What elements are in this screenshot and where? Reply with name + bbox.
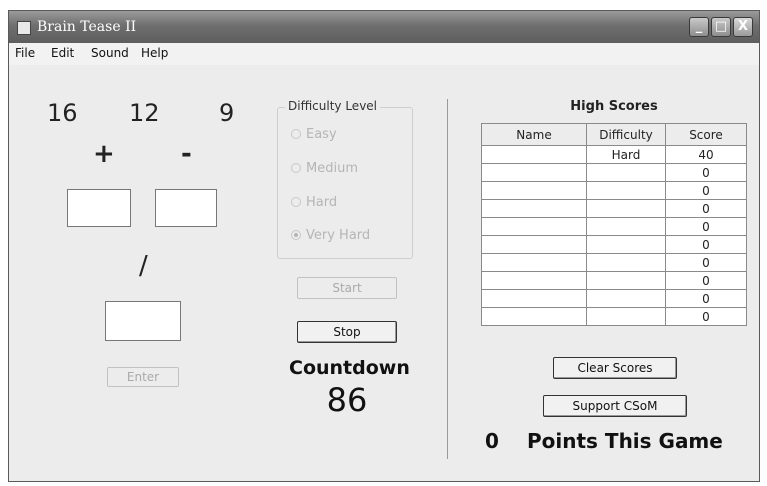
cell-name xyxy=(481,307,587,326)
cell-score: 0 xyxy=(665,307,747,326)
minimize-button[interactable]: _ xyxy=(689,17,709,37)
window-title: Brain Tease II xyxy=(37,19,137,35)
menu-help[interactable]: Help xyxy=(141,46,168,60)
stop-button[interactable]: Stop xyxy=(297,321,397,343)
countdown-label: Countdown xyxy=(289,357,410,379)
answer-field-2[interactable] xyxy=(155,189,217,227)
table-row[interactable]: 0 xyxy=(481,253,747,272)
cell-name xyxy=(481,253,587,272)
maximize-button[interactable]: □ xyxy=(711,17,731,37)
menu-edit[interactable]: Edit xyxy=(51,46,74,60)
cell-score: 0 xyxy=(665,271,747,290)
cell-difficulty xyxy=(586,217,666,236)
menu-bar: File Edit Sound Help xyxy=(9,43,759,65)
cell-name xyxy=(481,271,587,290)
high-scores-title: High Scores xyxy=(570,99,658,114)
cell-difficulty xyxy=(586,289,666,308)
operator-minus: - xyxy=(181,139,192,169)
cell-score: 40 xyxy=(665,145,747,164)
final-answer-field[interactable] xyxy=(105,301,181,341)
table-row[interactable]: 0 xyxy=(481,307,747,326)
radio-selected-icon xyxy=(291,230,301,240)
puzzle-number-1: 16 xyxy=(47,99,78,127)
title-bar[interactable]: Brain Tease II _ □ X xyxy=(9,11,759,43)
operator-divide: / xyxy=(139,251,148,281)
table-header-row: Name Difficulty Score xyxy=(481,123,747,146)
radio-medium[interactable]: Medium xyxy=(291,161,358,176)
radio-label: Medium xyxy=(306,161,358,176)
table-row[interactable]: 0 xyxy=(481,217,747,236)
cell-name xyxy=(481,199,587,218)
column-header-score: Score xyxy=(665,123,747,146)
difficulty-title: Difficulty Level xyxy=(285,99,381,113)
radio-very-hard[interactable]: Very Hard xyxy=(291,228,370,243)
radio-label: Very Hard xyxy=(306,228,371,243)
high-scores-table: Name Difficulty Score Hard 40 0 0 0 0 0 0… xyxy=(481,123,747,326)
table-row[interactable]: Hard 40 xyxy=(481,145,747,164)
cell-difficulty xyxy=(586,235,666,254)
table-row[interactable]: 0 xyxy=(481,271,747,290)
cell-difficulty: Hard xyxy=(586,145,666,164)
cell-score: 0 xyxy=(665,253,747,272)
cell-difficulty xyxy=(586,181,666,200)
cell-score: 0 xyxy=(665,289,747,308)
puzzle-number-2: 12 xyxy=(129,99,160,127)
cell-name xyxy=(481,181,587,200)
radio-label: Hard xyxy=(306,195,338,210)
support-button[interactable]: Support CSoM xyxy=(543,395,687,417)
cell-name xyxy=(481,217,587,236)
cell-name xyxy=(481,235,587,254)
cell-name xyxy=(481,163,587,182)
cell-difficulty xyxy=(586,271,666,290)
radio-dot-icon xyxy=(291,197,301,207)
cell-difficulty xyxy=(586,307,666,326)
clear-scores-button[interactable]: Clear Scores xyxy=(553,357,677,379)
menu-sound[interactable]: Sound xyxy=(91,46,129,60)
app-icon xyxy=(17,21,31,35)
table-row[interactable]: 0 xyxy=(481,163,747,182)
cell-name xyxy=(481,289,587,308)
radio-dot-icon xyxy=(291,129,301,139)
app-window: Brain Tease II _ □ X File Edit Sound Hel… xyxy=(8,10,760,482)
column-header-name: Name xyxy=(481,123,587,146)
puzzle-number-3: 9 xyxy=(219,99,235,127)
cell-score: 0 xyxy=(665,181,747,200)
menu-file[interactable]: File xyxy=(15,46,35,60)
panel-divider xyxy=(447,99,448,459)
cell-difficulty xyxy=(586,163,666,182)
operator-plus: + xyxy=(93,139,115,169)
cell-difficulty xyxy=(586,253,666,272)
close-button[interactable]: X xyxy=(733,17,753,37)
cell-score: 0 xyxy=(665,235,747,254)
radio-dot-icon xyxy=(291,163,301,173)
points-label: Points This Game xyxy=(527,429,723,453)
column-header-difficulty: Difficulty xyxy=(586,123,666,146)
cell-score: 0 xyxy=(665,199,747,218)
cell-difficulty xyxy=(586,199,666,218)
cell-score: 0 xyxy=(665,217,747,236)
table-row[interactable]: 0 xyxy=(481,289,747,308)
radio-hard[interactable]: Hard xyxy=(291,195,337,210)
enter-button[interactable]: Enter xyxy=(107,367,179,387)
table-row[interactable]: 0 xyxy=(481,199,747,218)
answer-field-1[interactable] xyxy=(67,189,131,227)
radio-label: Easy xyxy=(306,127,337,142)
cell-score: 0 xyxy=(665,163,747,182)
table-row[interactable]: 0 xyxy=(481,235,747,254)
radio-easy[interactable]: Easy xyxy=(291,127,337,142)
cell-name xyxy=(481,145,587,164)
countdown-value: 86 xyxy=(326,381,368,419)
start-button[interactable]: Start xyxy=(297,277,397,299)
table-row[interactable]: 0 xyxy=(481,181,747,200)
points-value: 0 xyxy=(485,429,499,453)
